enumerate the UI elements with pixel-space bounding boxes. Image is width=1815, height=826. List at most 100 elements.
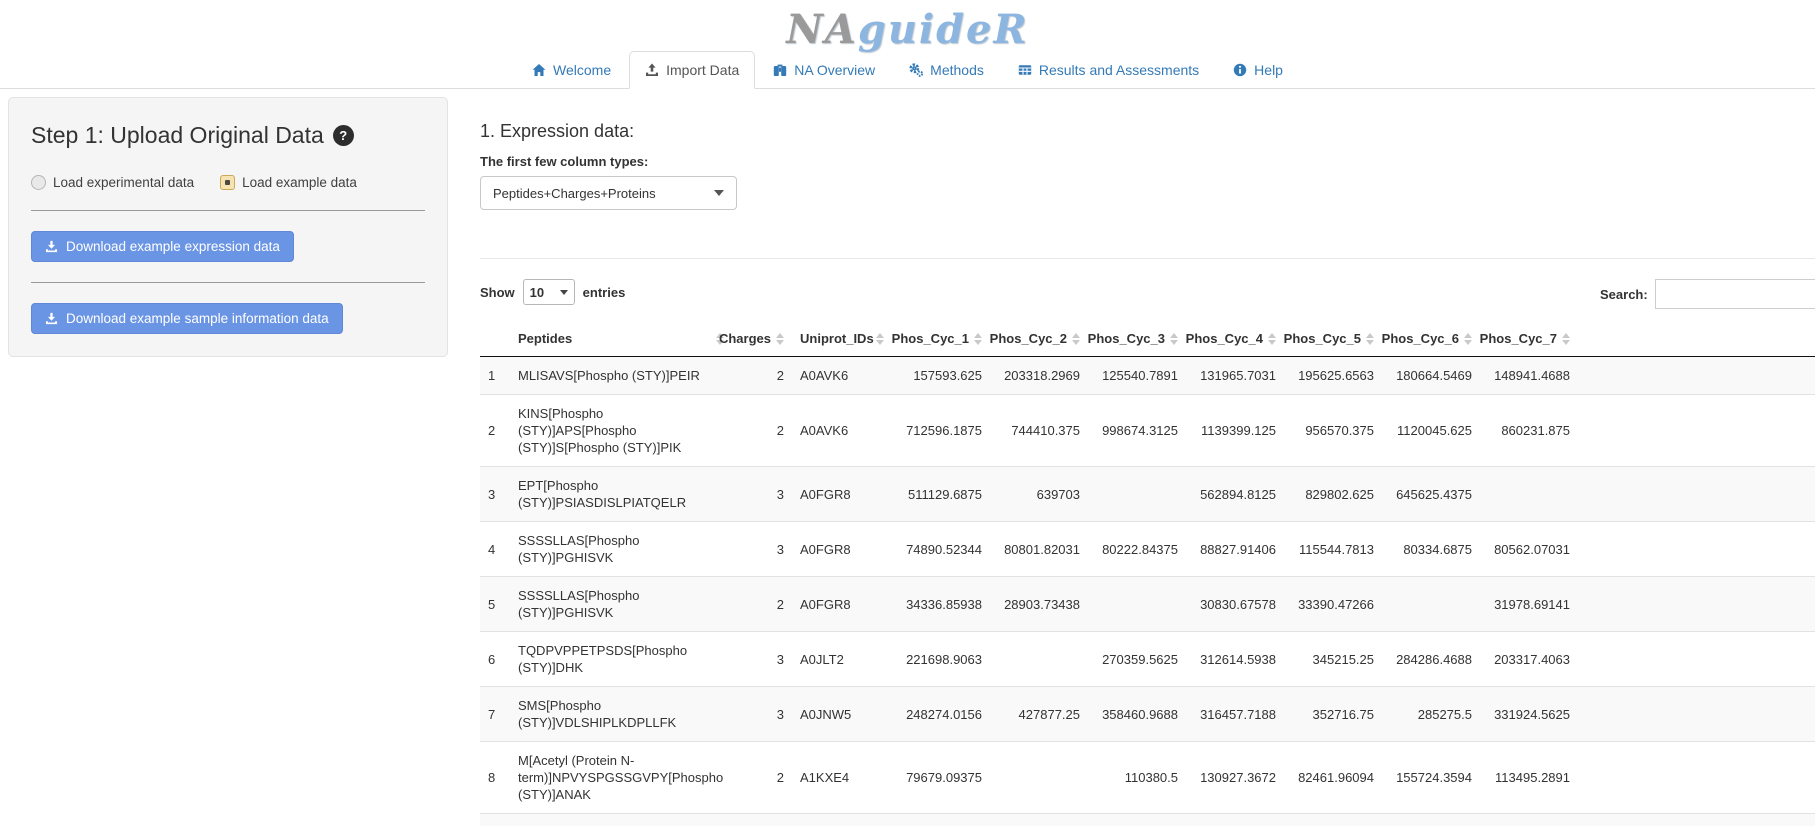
table-cell: 131965.7031 (1186, 357, 1284, 395)
table-cell (1088, 577, 1186, 632)
column-header-index[interactable] (480, 321, 510, 357)
search-label: Search: (1600, 287, 1648, 302)
table-cell: 312614.5938 (1186, 632, 1284, 687)
table-cell: 7 (480, 687, 510, 742)
table-cell (480, 814, 1815, 826)
column-label: Peptides (518, 331, 572, 346)
tab-label: Methods (930, 62, 984, 78)
table-cell: 3 (732, 687, 792, 742)
table-cell: 998674.3125 (1088, 395, 1186, 467)
column-label: Phos_Cyc_6 (1382, 331, 1459, 346)
download-sample-information-button[interactable]: Download example sample information data (31, 303, 343, 334)
table-cell: 6 (480, 632, 510, 687)
column-header-phos_cyc_1[interactable]: Phos_Cyc_1 (892, 321, 990, 357)
logo-part-guider: guideR (858, 6, 1029, 53)
table-spacer-cell (1578, 357, 1815, 395)
column-header-phos_cyc_5[interactable]: Phos_Cyc_5 (1284, 321, 1382, 357)
column-label: Phos_Cyc_4 (1186, 331, 1263, 346)
column-header-uniprot_ids[interactable]: Uniprot_IDs (792, 321, 892, 357)
tab-label: Results and Assessments (1039, 62, 1199, 78)
table-cell: 1139399.125 (1186, 395, 1284, 467)
column-label: Charges (719, 331, 771, 346)
table-spacer-cell (1578, 395, 1815, 467)
column-header-phos_cyc_2[interactable]: Phos_Cyc_2 (990, 321, 1088, 357)
table-cell: A0FGR8 (792, 467, 892, 522)
tab-import-data[interactable]: Import Data (629, 51, 755, 89)
tab-label: Help (1254, 62, 1283, 78)
table-row: 1MLISAVS[Phospho (STY)]PEIR2A0AVK6157593… (480, 357, 1815, 395)
chevron-down-icon (560, 290, 568, 295)
column-label: Phos_Cyc_5 (1284, 331, 1361, 346)
table-cell: 270359.5625 (1088, 632, 1186, 687)
table-cell: 3 (732, 522, 792, 577)
tab-welcome[interactable]: Welcome (516, 51, 627, 89)
binoculars-icon (773, 63, 787, 77)
table-cell: 31978.69141 (1480, 577, 1578, 632)
table-cell: 34336.85938 (892, 577, 990, 632)
column-types-dropdown[interactable]: Peptides+Charges+Proteins (480, 176, 737, 210)
expression-data-section: 1. Expression data: The first few column… (480, 97, 1815, 826)
data-source-radio-group: Load experimental data Load example data (31, 175, 425, 190)
column-header-charges[interactable]: Charges (732, 321, 792, 357)
column-label: Phos_Cyc_2 (990, 331, 1067, 346)
table-cell (1382, 577, 1480, 632)
table-row: 8M[Acetyl (Protein N-term)]NPVYSPGSSGVPY… (480, 742, 1815, 814)
table-cell: 562894.8125 (1186, 467, 1284, 522)
column-header-peptides[interactable]: Peptides (510, 321, 732, 357)
table-cell: 1 (480, 357, 510, 395)
table-cell: 125540.7891 (1088, 357, 1186, 395)
tab-label: NA Overview (794, 62, 875, 78)
table-cell: 80562.07031 (1480, 522, 1578, 577)
table-cell: 352716.75 (1284, 687, 1382, 742)
table-cell: 2 (480, 395, 510, 467)
radio-unselected-icon[interactable] (31, 175, 46, 190)
page-length-select[interactable]: 10 (523, 279, 575, 305)
download-expression-data-button[interactable]: Download example expression data (31, 231, 294, 262)
table-cell: A0FGR8 (792, 522, 892, 577)
info-icon (1233, 63, 1247, 77)
table-cell: 860231.875 (1480, 395, 1578, 467)
table-cell: 5 (480, 577, 510, 632)
show-label: Show (480, 285, 515, 300)
table-cell (990, 742, 1088, 814)
sort-icon (1072, 333, 1080, 345)
table-cell: 88827.91406 (1186, 522, 1284, 577)
tab-results-and-assessments[interactable]: Results and Assessments (1002, 51, 1215, 89)
table-cell: 180664.5469 (1382, 357, 1480, 395)
table-cell: 427877.25 (990, 687, 1088, 742)
search-input[interactable] (1655, 279, 1815, 309)
column-header-phos_cyc_3[interactable]: Phos_Cyc_3 (1088, 321, 1186, 357)
radio-selected-icon[interactable] (220, 175, 235, 190)
table-cell: 80801.82031 (990, 522, 1088, 577)
table-cell: SSSSLLAS[Phospho (STY)]PGHISVK (510, 522, 732, 577)
column-header-phos_cyc_7[interactable]: Phos_Cyc_7 (1480, 321, 1578, 357)
table-cell: 2 (732, 577, 792, 632)
table-cell: 80334.6875 (1382, 522, 1480, 577)
table-cell: 203318.2969 (990, 357, 1088, 395)
table-cell: MLISAVS[Phospho (STY)]PEIR (510, 357, 732, 395)
tab-help[interactable]: Help (1217, 51, 1299, 89)
radio-load-example-data[interactable]: Load example data (220, 175, 357, 190)
table-icon (1018, 63, 1032, 77)
panel-title: Step 1: Upload Original Data ? (31, 122, 425, 149)
table-cell: 639703 (990, 467, 1088, 522)
table-cell (990, 632, 1088, 687)
table-spacer-cell (1578, 687, 1815, 742)
table-cell: 285275.5 (1382, 687, 1480, 742)
table-spacer-cell (1578, 577, 1815, 632)
column-header-phos_cyc_4[interactable]: Phos_Cyc_4 (1186, 321, 1284, 357)
tab-na-overview[interactable]: NA Overview (757, 51, 891, 89)
sort-icon (1268, 333, 1276, 345)
table-cell: 358460.9688 (1088, 687, 1186, 742)
column-header-phos_cyc_6[interactable]: Phos_Cyc_6 (1382, 321, 1480, 357)
sort-icon (974, 333, 982, 345)
question-circle-icon[interactable]: ? (333, 125, 354, 146)
column-label: Phos_Cyc_1 (892, 331, 969, 346)
tab-methods[interactable]: Methods (893, 51, 1000, 89)
table-cell (1088, 467, 1186, 522)
sort-icon (876, 333, 884, 345)
radio-label: Load experimental data (53, 175, 194, 190)
section-title: 1. Expression data: (480, 121, 1815, 142)
column-types-label: The first few column types: (480, 154, 1815, 169)
radio-load-experimental-data[interactable]: Load experimental data (31, 175, 194, 190)
